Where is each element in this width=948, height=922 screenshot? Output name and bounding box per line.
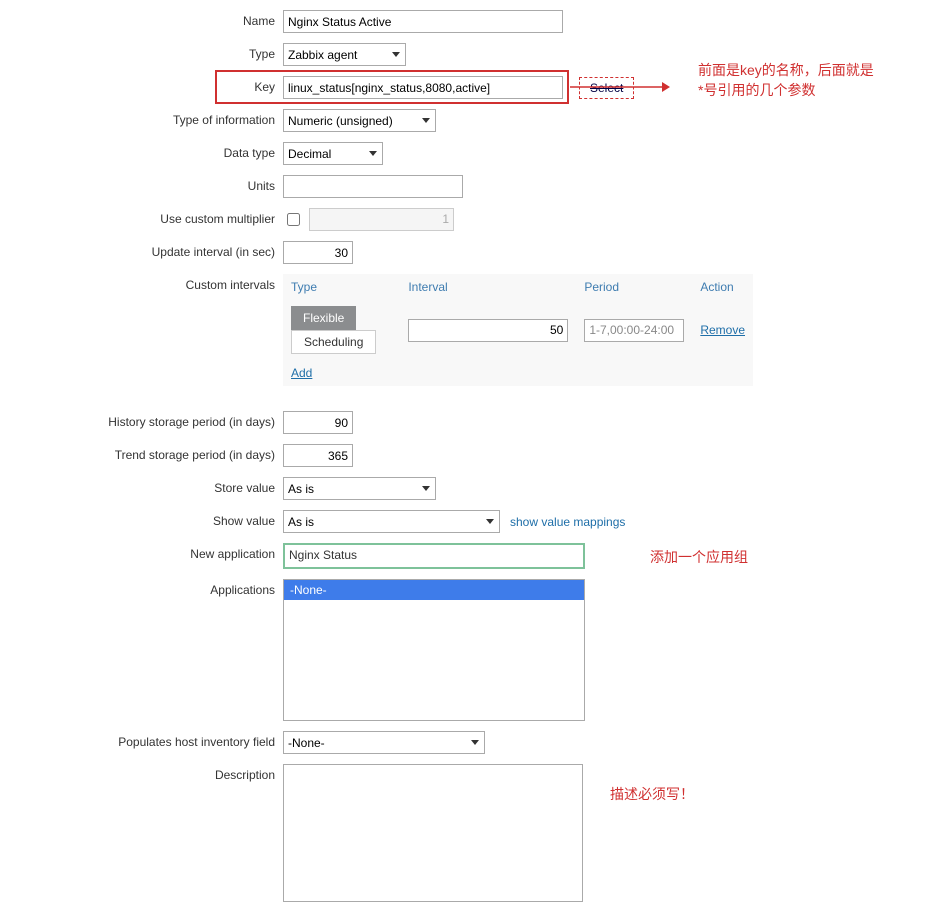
infotype-select[interactable]: Numeric (unsigned) bbox=[283, 109, 436, 132]
showvalue-label: Show value bbox=[10, 510, 283, 528]
newapp-input[interactable]: Nginx Status bbox=[283, 543, 585, 569]
units-input[interactable] bbox=[283, 175, 463, 198]
newapp-annotation: 添加一个应用组 bbox=[650, 547, 748, 567]
trend-label: Trend storage period (in days) bbox=[10, 444, 283, 462]
populates-label: Populates host inventory field bbox=[10, 731, 283, 749]
period-input[interactable] bbox=[584, 319, 684, 342]
description-label: Description bbox=[10, 764, 283, 782]
interval-value-input[interactable] bbox=[408, 319, 568, 342]
trend-input[interactable] bbox=[283, 444, 353, 467]
tab-flexible[interactable]: Flexible bbox=[291, 306, 356, 330]
mappings-link[interactable]: show value mappings bbox=[510, 515, 625, 529]
datatype-select[interactable]: Decimal bbox=[283, 142, 383, 165]
multiplier-input: 1 bbox=[309, 208, 454, 231]
populates-select[interactable]: -None- bbox=[283, 731, 485, 754]
showvalue-select[interactable]: As is bbox=[283, 510, 500, 533]
history-label: History storage period (in days) bbox=[10, 411, 283, 429]
infotype-label: Type of information bbox=[10, 109, 283, 127]
custommul-checkbox[interactable] bbox=[287, 213, 300, 226]
int-hdr-period: Period bbox=[576, 274, 692, 300]
updateint-input[interactable] bbox=[283, 241, 353, 264]
arrow-icon bbox=[570, 77, 670, 97]
type-label: Type bbox=[10, 43, 283, 61]
int-hdr-action: Action bbox=[692, 274, 753, 300]
key-highlight-box bbox=[215, 70, 569, 104]
int-hdr-type: Type bbox=[283, 274, 400, 300]
tab-scheduling[interactable]: Scheduling bbox=[291, 330, 376, 354]
key-annotation: 前面是key的名称，后面就是*号引用的几个参数 bbox=[698, 61, 878, 100]
desc-annotation: 描述必须写！ bbox=[610, 784, 694, 804]
name-label: Name bbox=[10, 10, 283, 28]
name-input[interactable] bbox=[283, 10, 563, 33]
list-item-none[interactable]: -None- bbox=[284, 580, 584, 600]
apps-label: Applications bbox=[10, 579, 283, 597]
storevalue-select[interactable]: As is bbox=[283, 477, 436, 500]
datatype-label: Data type bbox=[10, 142, 283, 160]
units-label: Units bbox=[10, 175, 283, 193]
customint-label: Custom intervals bbox=[10, 274, 283, 292]
history-input[interactable] bbox=[283, 411, 353, 434]
remove-link[interactable]: Remove bbox=[700, 323, 745, 337]
add-link[interactable]: Add bbox=[291, 366, 312, 380]
type-select[interactable]: Zabbix agent bbox=[283, 43, 406, 66]
newapp-label: New application bbox=[10, 543, 283, 561]
storevalue-label: Store value bbox=[10, 477, 283, 495]
updateint-label: Update interval (in sec) bbox=[10, 241, 283, 259]
description-textarea[interactable] bbox=[283, 764, 583, 902]
int-hdr-interval: Interval bbox=[400, 274, 576, 300]
custommul-label: Use custom multiplier bbox=[10, 208, 283, 226]
applications-listbox[interactable]: -None- bbox=[283, 579, 585, 721]
